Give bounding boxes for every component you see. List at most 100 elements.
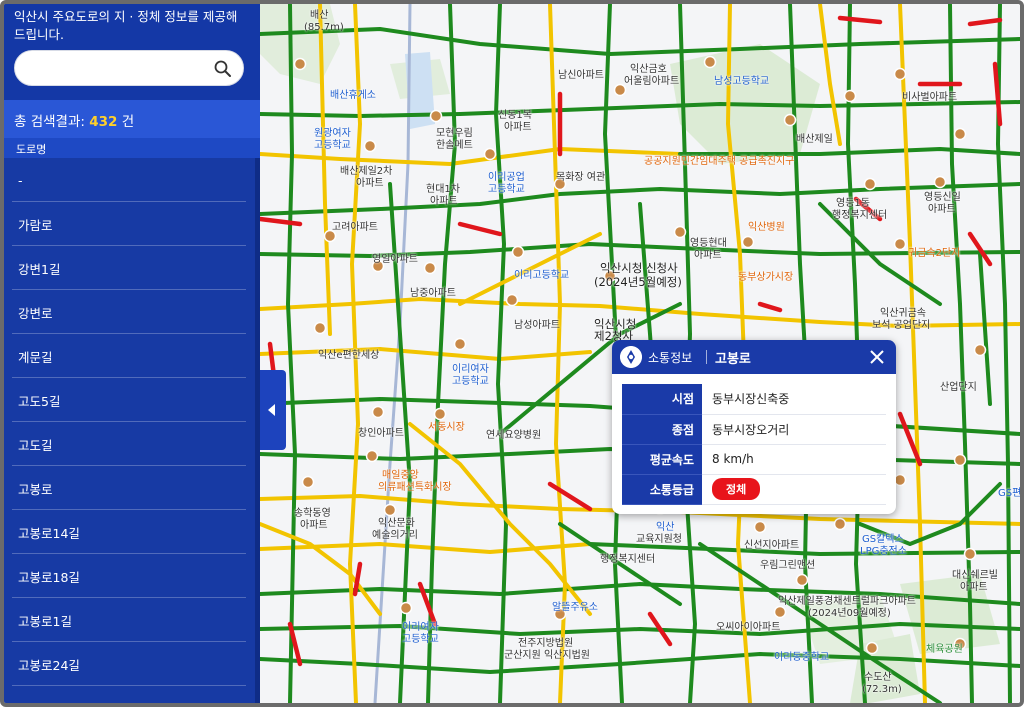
road-list-item[interactable]: 강변로 [4,290,260,334]
map-label-school: 이리공업 [488,172,525,183]
road-list-item[interactable]: 강변1길 [4,246,260,290]
poi-marker-icon[interactable] [371,405,385,419]
sidebar-header: 익산시 주요도로의 지 · 정체 정보를 제공해 드립니다. [4,4,260,100]
poi-marker-icon[interactable] [953,453,967,467]
poi-marker-icon[interactable] [511,245,525,259]
result-unit: 건 [121,114,135,130]
map-label-school: 이리여자 [402,622,439,633]
road-list-item[interactable]: 고봉로14길 [4,510,260,554]
poi-marker-icon[interactable] [399,601,413,615]
sidebar: 익산시 주요도로의 지 · 정체 정보를 제공해 드립니다. 총 검색결과: 4… [4,4,260,703]
map-label-baesan: 배산 [310,10,329,21]
search-icon[interactable] [213,59,233,79]
map-label-gas-station: GS편 [998,488,1022,499]
result-count: 432 [89,114,118,130]
app-frame: 배산 (85.7m) 배산휴게소 원광여자 고등학교 모현우림 한솔메트 배산제… [0,0,1024,707]
poi-marker-icon[interactable] [363,139,377,153]
poi-marker-icon[interactable] [741,235,755,249]
map-label-apartment: 비사벌아파트 [902,92,958,103]
poi-marker-icon[interactable] [783,113,797,127]
poi-marker-icon[interactable] [795,573,809,587]
poi-marker-icon[interactable] [453,337,467,351]
popup-value: 8 km/h [702,444,886,475]
map-label-apartment: 송학동영 [294,508,331,519]
poi-marker-icon[interactable] [433,407,447,421]
traffic-logo-icon [620,346,642,368]
map-label-apartment: 남중아파트 [410,288,456,299]
poi-marker-icon[interactable] [893,237,907,251]
poi-marker-icon[interactable] [505,293,519,307]
map-label-office: 영등1동 [836,198,870,209]
map-label-cityhall: 익산시청 신청사 [600,261,678,275]
map-label-hospital: 연세요양병원 [486,430,542,441]
intro-text: 익산시 주요도로의 지 · 정체 정보를 제공해 드립니다. [14,9,238,42]
popup-row-speed: 평균속도 8 km/h [622,444,886,475]
map-label-gas-station: 알뜰주유소 [552,602,598,613]
poi-marker-icon[interactable] [383,503,397,517]
poi-marker-icon[interactable] [673,225,687,239]
poi-marker-icon[interactable] [293,57,307,71]
map-label-apartment: 배산제일 [796,134,833,145]
map-label-apartment: 고려아파트 [332,222,378,233]
popup-header: 소통정보 고봉로 [612,340,896,374]
poi-marker-icon[interactable] [703,55,717,69]
map-label-apartment: 오씨아이아파트 [716,622,781,633]
map-label-apartment: 아파트 [504,122,532,133]
map-label-park: 체육공원 [926,644,963,655]
popup-row-grade: 소통등급 정체 [622,474,886,505]
map-label-rest-area: 배산휴게소 [330,90,376,101]
popup-row-end: 종점 동부시장오거리 [622,414,886,445]
poi-marker-icon[interactable] [423,261,437,275]
map-label-apartment: 어울림아파트 [624,76,680,87]
map-label-school: 원광여자 [314,128,351,139]
map-label-hospital: 익산병원 [748,222,785,233]
map-label-jewelry: 익산귀금속 [880,308,926,319]
road-list-item[interactable]: 고도5길 [4,378,260,422]
road-list-item[interactable]: 고도길 [4,422,260,466]
popup-key: 시점 [622,384,702,415]
poi-marker-icon[interactable] [483,147,497,161]
sidebar-collapse-button[interactable] [260,370,286,450]
poi-marker-icon[interactable] [833,517,847,531]
road-list-item[interactable]: 계문길 [4,334,260,378]
close-icon[interactable] [866,346,888,368]
map-label-apartment: 우림그린맨션 [760,560,816,571]
map-label-district: 공공지원민간임대주택 공급촉진지구 [644,156,795,167]
poi-marker-icon[interactable] [313,321,327,335]
map-label-apartment: 아파트 [960,582,988,593]
poi-marker-icon[interactable] [773,605,787,619]
map-label-market: 동부상가시장 [738,272,794,283]
poi-marker-icon[interactable] [973,343,987,357]
map-label-industrial: 산업단지 [940,382,977,393]
road-list-item[interactable]: 고봉로18길 [4,554,260,598]
poi-marker-icon[interactable] [865,641,879,655]
map-label-apartment: (2024년09월예정) [808,608,891,619]
popup-value: 동부시장오거리 [702,414,886,445]
poi-marker-icon[interactable] [863,177,877,191]
search-input[interactable] [29,58,209,80]
poi-marker-icon[interactable] [933,175,947,189]
road-list-item[interactable]: - [4,158,260,202]
poi-marker-icon[interactable] [301,475,315,489]
road-list-item[interactable]: 고봉로1길 [4,598,260,642]
map-label-apartment: 남성아파트 [514,320,560,331]
map-label-school: 고등학교 [314,140,351,151]
poi-marker-icon[interactable] [365,449,379,463]
map-label-school: 이리동중학교 [774,652,830,663]
map-label-office: 익산 [656,522,675,533]
poi-marker-icon[interactable] [963,547,977,561]
poi-marker-icon[interactable] [753,520,767,534]
poi-marker-icon[interactable] [429,109,443,123]
map-label-apartment: 현대1차 [426,184,460,195]
poi-marker-icon[interactable] [843,89,857,103]
poi-marker-icon[interactable] [953,127,967,141]
road-list-item[interactable]: 고봉로24길 [4,642,260,686]
map-label-mountain-height: (72.3m) [862,684,902,695]
poi-marker-icon[interactable] [893,67,907,81]
map-label-inn: 목화장 여관 [556,172,606,183]
road-list-item[interactable]: 고봉로 [4,466,260,510]
map-label-apartment: 남신아파트 [558,70,604,81]
traffic-info-popup: 소통정보 고봉로 시점 동부시장신축중 종점 동부시장오거리 평균속도 8 km… [612,340,896,514]
poi-marker-icon[interactable] [893,473,907,487]
road-list-item[interactable]: 가람로 [4,202,260,246]
